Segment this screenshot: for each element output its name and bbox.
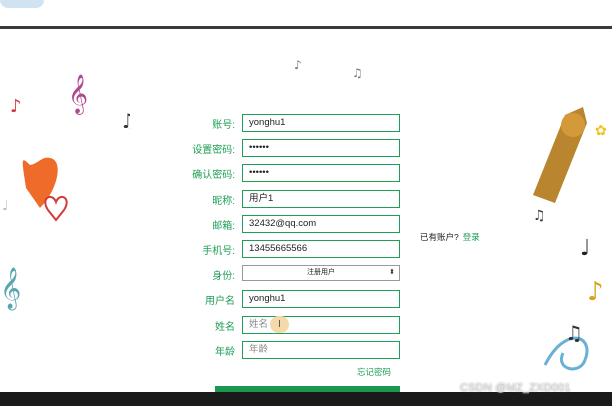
login-prompt: 已有账户? 登录 (420, 231, 480, 243)
role-select-value: 注册用户 (307, 269, 335, 276)
age-input[interactable]: 年龄 (242, 341, 400, 359)
set-password-input[interactable]: •••••• (242, 139, 400, 157)
watermark: CSDN @MZ_ZXD001 (460, 382, 571, 394)
account-label: 账号: (212, 120, 235, 131)
forgot-password-link[interactable]: 忘记密码 (357, 366, 391, 378)
username-input[interactable]: yonghu1 (242, 290, 400, 308)
confirm-password-input[interactable]: •••••• (242, 164, 400, 182)
top-bar (0, 0, 612, 26)
top-divider (0, 26, 612, 29)
role-select[interactable]: 注册用户 ⬍ (242, 265, 400, 281)
age-label: 年龄 (215, 347, 235, 358)
svg-text:♪: ♪ (10, 96, 22, 117)
set-password-label: 设置密码: (192, 145, 235, 156)
account-input[interactable]: yonghu1 (242, 114, 400, 132)
svg-text:♪: ♪ (294, 58, 302, 72)
svg-text:♩: ♩ (2, 198, 9, 214)
realname-input[interactable]: 姓名 (242, 316, 400, 334)
nickname-label: 昵称: (212, 196, 235, 207)
role-label: 身份: (212, 271, 235, 282)
username-label: 用户名 (205, 296, 235, 307)
music-decoration-right: ✿ ♩ ♪ ♫ ♫ (533, 107, 607, 371)
svg-text:♫: ♫ (120, 109, 130, 133)
svg-text:𝄞: 𝄞 (68, 74, 88, 115)
svg-text:✿: ✿ (595, 123, 607, 139)
svg-text:♫: ♫ (533, 208, 546, 224)
music-decoration-left: 𝄞 ♪ ♫ 𝄞 ♩ (0, 74, 130, 310)
svg-text:♪: ♪ (587, 277, 604, 307)
svg-text:♫: ♫ (565, 321, 583, 345)
text-cursor-icon: I (270, 316, 289, 333)
cloud-decoration (0, 0, 44, 8)
phone-label: 手机号: (202, 246, 235, 257)
login-question: 已有账户? (420, 232, 459, 242)
confirm-password-label: 确认密码: (192, 170, 235, 181)
music-notes-top: ♪ ♫ (294, 58, 363, 80)
email-label: 邮箱: (212, 221, 235, 232)
svg-text:𝄞: 𝄞 (0, 267, 21, 310)
email-input[interactable]: 32432@qq.com (242, 215, 400, 233)
phone-input[interactable]: 13455665566 (242, 240, 400, 258)
svg-text:♩: ♩ (580, 236, 590, 261)
nickname-input[interactable]: 用户1 (242, 190, 400, 208)
realname-label: 姓名 (215, 322, 235, 333)
svg-text:♫: ♫ (352, 66, 363, 80)
chevron-updown-icon: ⬍ (389, 269, 395, 276)
login-link[interactable]: 登录 (463, 232, 480, 242)
bottom-bar (0, 392, 612, 406)
